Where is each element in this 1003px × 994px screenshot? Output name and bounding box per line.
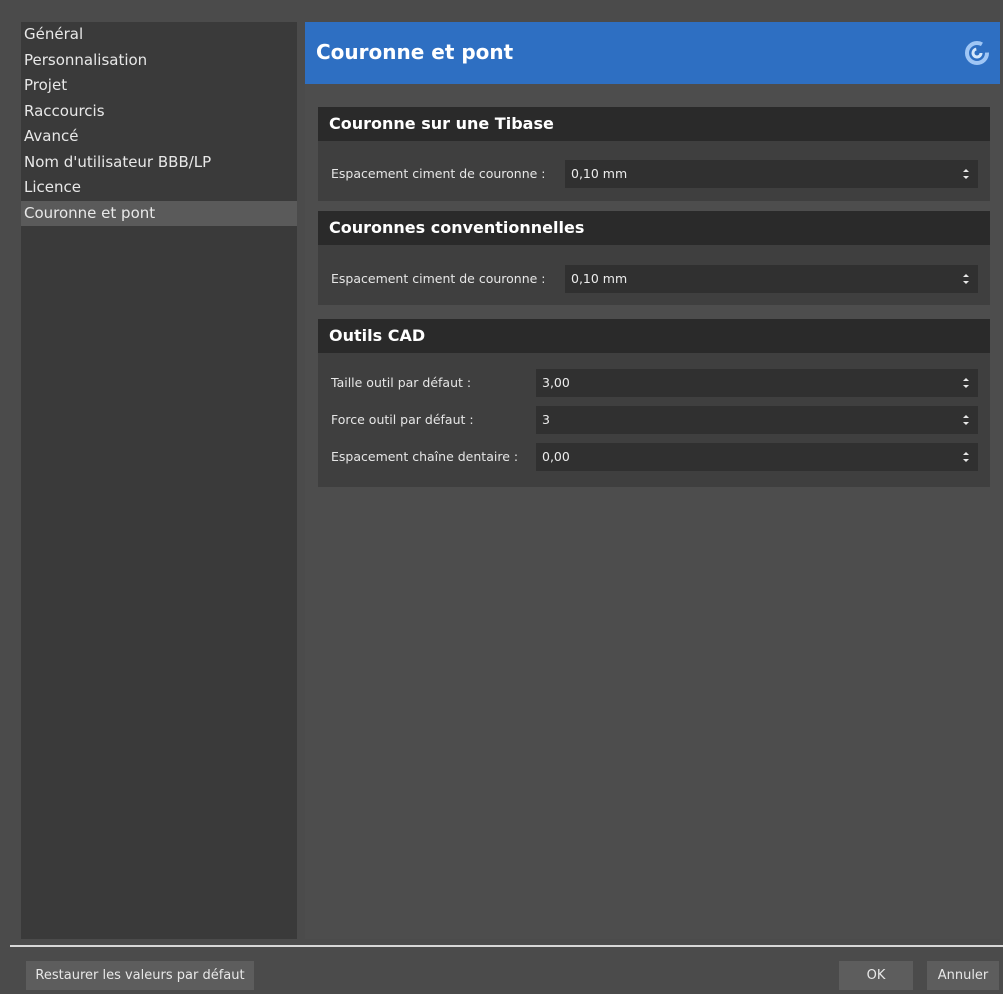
preferences-dialog: Général Personnalisation Projet Raccourc…	[0, 0, 1003, 994]
cement-spacing-spinbox[interactable]: 0,10 mm	[565, 265, 978, 293]
ok-button[interactable]: OK	[839, 961, 913, 990]
settings-sidebar: Général Personnalisation Projet Raccourc…	[21, 22, 297, 939]
group-title: Outils CAD	[318, 319, 990, 353]
cancel-button[interactable]: Annuler	[927, 961, 999, 990]
field-label: Taille outil par défaut :	[331, 375, 472, 390]
field-row: Espacement ciment de couronne : 0,10 mm	[318, 265, 990, 293]
sidebar-item-couronne-et-pont[interactable]: Couronne et pont	[21, 200, 297, 226]
spin-arrows-icon[interactable]	[962, 166, 970, 182]
field-label: Espacement chaîne dentaire :	[331, 449, 519, 464]
spin-arrows-icon[interactable]	[962, 271, 970, 287]
field-row: Espacement ciment de couronne : 0,10 mm	[318, 160, 990, 188]
settings-main-panel: Couronne et pont Couronne sur une Tibase…	[305, 22, 1000, 939]
spinbox-value: 0,00	[542, 449, 570, 464]
sidebar-item-nom-utilisateur[interactable]: Nom d'utilisateur BBB/LP	[21, 150, 297, 176]
dental-chain-spacing-spinbox[interactable]: 0,00	[536, 443, 978, 471]
field-row: Espacement chaîne dentaire : 0,00	[318, 443, 990, 471]
spin-arrows-icon[interactable]	[962, 375, 970, 391]
sidebar-item-licence[interactable]: Licence	[21, 175, 297, 201]
field-label: Espacement ciment de couronne :	[331, 271, 546, 286]
field-label: Force outil par défaut :	[331, 412, 474, 427]
spinbox-value: 0,10 mm	[571, 271, 628, 286]
tool-size-spinbox[interactable]: 3,00	[536, 369, 978, 397]
group-title: Couronnes conventionnelles	[318, 211, 990, 245]
field-label: Espacement ciment de couronne :	[331, 166, 546, 181]
field-row: Taille outil par défaut : 3,00	[318, 369, 990, 397]
window-top-strip	[0, 0, 1003, 11]
sidebar-item-raccourcis[interactable]: Raccourcis	[21, 99, 297, 125]
spin-arrows-icon[interactable]	[962, 449, 970, 465]
page-title: Couronne et pont	[316, 40, 514, 64]
page-header: Couronne et pont	[305, 22, 1000, 84]
spinbox-value: 3,00	[542, 375, 570, 390]
group-title: Couronne sur une Tibase	[318, 107, 990, 141]
tool-force-spinbox[interactable]: 3	[536, 406, 978, 434]
cement-spacing-spinbox[interactable]: 0,10 mm	[565, 160, 978, 188]
sidebar-item-avance[interactable]: Avancé	[21, 124, 297, 150]
footer-separator	[10, 945, 1003, 947]
group-outils-cad: Outils CAD Taille outil par défaut : 3,0…	[318, 319, 990, 487]
field-row: Force outil par défaut : 3	[318, 406, 990, 434]
group-couronne-tibase: Couronne sur une Tibase Espacement cimen…	[318, 107, 990, 201]
spinbox-value: 3	[542, 412, 550, 427]
spin-arrows-icon[interactable]	[962, 412, 970, 428]
sidebar-item-projet[interactable]: Projet	[21, 73, 297, 99]
swirl-logo-icon	[965, 41, 989, 65]
group-couronnes-conventionnelles: Couronnes conventionnelles Espacement ci…	[318, 211, 990, 305]
sidebar-item-personnalisation[interactable]: Personnalisation	[21, 48, 297, 74]
spinbox-value: 0,10 mm	[571, 166, 628, 181]
restore-defaults-button[interactable]: Restaurer les valeurs par défaut	[26, 961, 254, 990]
sidebar-item-general[interactable]: Général	[21, 22, 297, 48]
